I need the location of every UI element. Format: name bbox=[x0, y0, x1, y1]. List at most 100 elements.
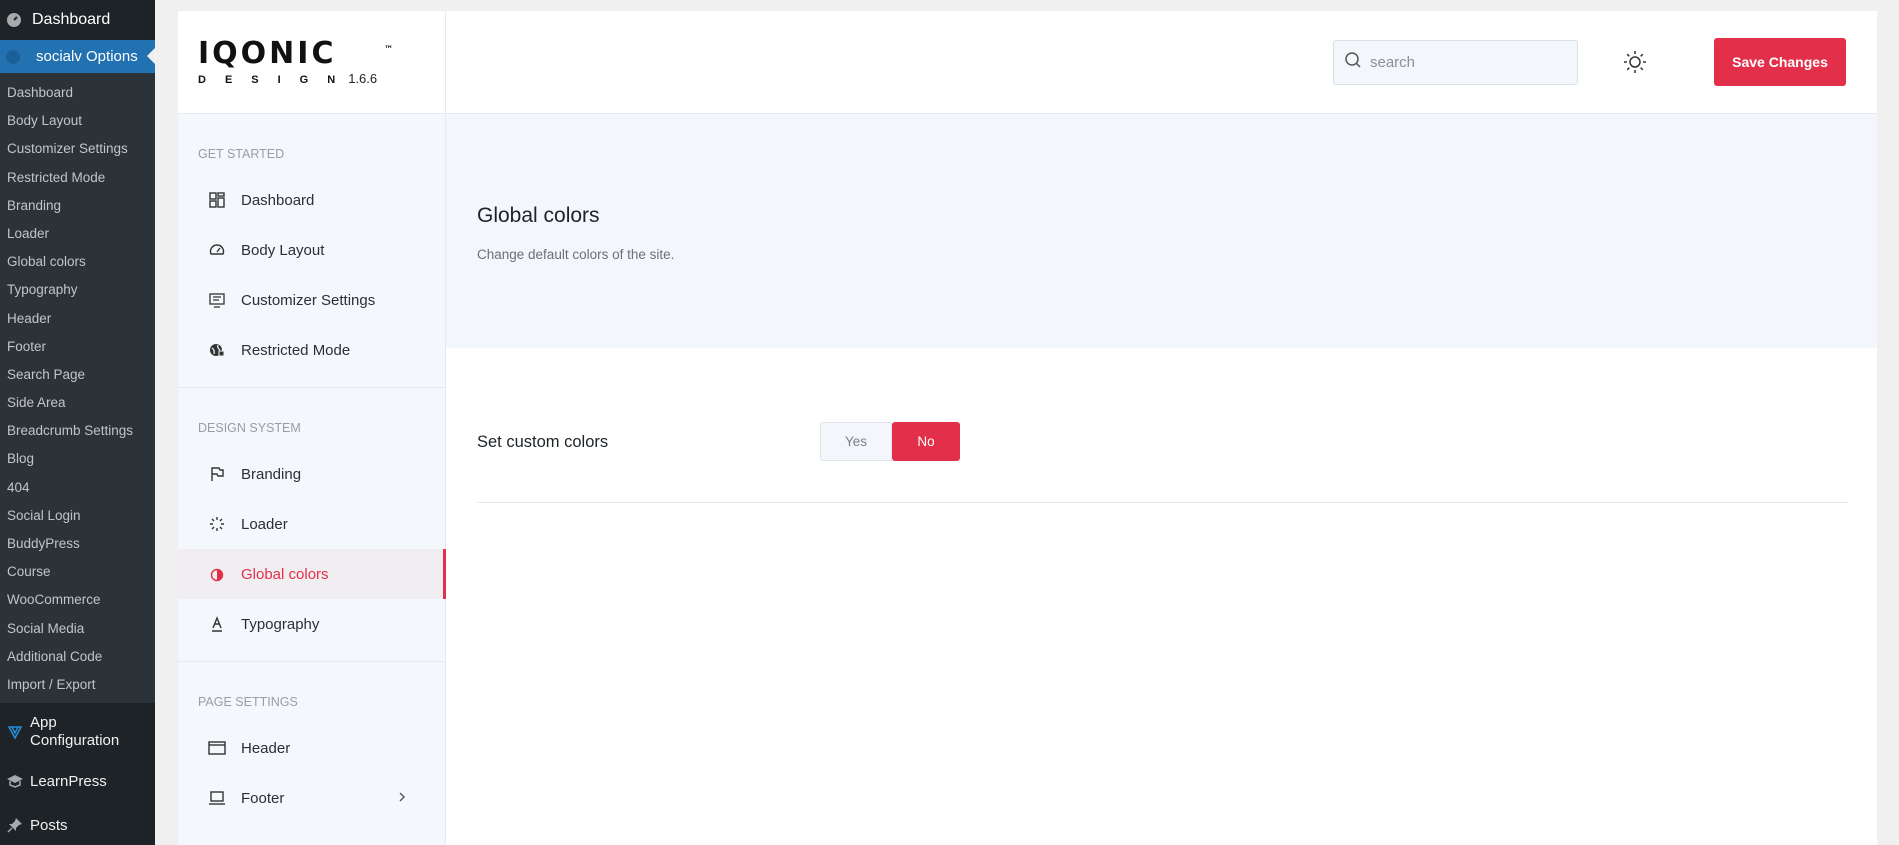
nav-item-label: Customizer Settings bbox=[241, 291, 376, 309]
wp-submenu-item[interactable]: Search Page bbox=[0, 361, 155, 389]
wp-submenu-item[interactable]: WooCommerce bbox=[0, 586, 155, 614]
nav-heading: PAGE SETTINGS bbox=[198, 695, 298, 709]
pushpin-icon bbox=[6, 816, 24, 834]
nav-item-label: Branding bbox=[241, 465, 302, 483]
topbar-actions: Save Changes bbox=[446, 11, 1877, 113]
wp-submenu-item[interactable]: Course bbox=[0, 558, 155, 586]
wp-submenu-item[interactable]: Footer bbox=[0, 333, 155, 361]
nav-item-body-layout[interactable]: Body Layout bbox=[178, 225, 445, 275]
dashboard-gauge-icon bbox=[6, 12, 22, 28]
nav-item-label: Header bbox=[241, 739, 291, 757]
nav-item-footer[interactable]: Footer bbox=[178, 773, 445, 823]
dashboard-grid-icon bbox=[208, 191, 226, 209]
field-set-custom-colors: Set custom colors Yes No bbox=[477, 422, 1848, 503]
wp-submenu-item[interactable]: Dashboard bbox=[0, 79, 155, 107]
page-title: Global colors bbox=[477, 204, 600, 227]
options-nav: GET STARTED Dashboard Body Layout Custom… bbox=[178, 114, 446, 845]
wp-submenu-item[interactable]: Customizer Settings bbox=[0, 135, 155, 163]
page-subtitle: Change default colors of the site. bbox=[477, 247, 675, 262]
yes-button[interactable]: Yes bbox=[820, 422, 892, 461]
flag-icon bbox=[208, 465, 226, 483]
wp-menu-learnpress-label: LearnPress bbox=[30, 772, 107, 790]
globe-lock-icon bbox=[208, 341, 226, 359]
logo-trademark: ™ bbox=[384, 44, 394, 55]
nav-section-get-started: GET STARTED Dashboard Body Layout Custom… bbox=[178, 114, 445, 388]
wp-submenu-item[interactable]: Social Media bbox=[0, 615, 155, 643]
search-box bbox=[1333, 39, 1578, 85]
wp-menu-posts-label: Posts bbox=[30, 816, 68, 834]
wp-submenu-item[interactable]: Import / Export bbox=[0, 671, 155, 699]
wp-submenu-item[interactable]: Global colors bbox=[0, 248, 155, 276]
wp-menu-posts[interactable]: Posts bbox=[0, 801, 155, 845]
wp-submenu-item[interactable]: Breadcrumb Settings bbox=[0, 417, 155, 445]
wp-submenu-item[interactable]: Body Layout bbox=[0, 107, 155, 135]
options-panel: IQONIC ™ DESIGN1.6.6 Save Changes GET STA… bbox=[178, 11, 1877, 845]
options-content: Global colors Change default colors of t… bbox=[446, 114, 1877, 845]
logo-design-text: DESIGN bbox=[198, 73, 355, 86]
logo-text: IQONIC bbox=[198, 35, 337, 71]
search-icon bbox=[1344, 51, 1362, 74]
nav-item-dashboard[interactable]: Dashboard bbox=[178, 175, 445, 225]
laptop-icon bbox=[208, 789, 226, 807]
nav-item-branding[interactable]: Branding bbox=[178, 449, 445, 499]
wp-submenu-item[interactable]: Loader bbox=[0, 220, 155, 248]
nav-item-restricted-mode[interactable]: Restricted Mode bbox=[178, 325, 445, 375]
nav-item-label: Body Layout bbox=[241, 241, 325, 259]
wp-submenu-item[interactable]: Branding bbox=[0, 192, 155, 220]
socialv-options-icon bbox=[6, 49, 20, 64]
brand-logo: IQONIC ™ DESIGN1.6.6 bbox=[178, 11, 446, 113]
nav-item-global-colors[interactable]: Global colors bbox=[178, 549, 446, 599]
wp-submenu: Dashboard Body Layout Customizer Setting… bbox=[0, 73, 155, 703]
wp-submenu-item[interactable]: Header bbox=[0, 305, 155, 333]
chevron-right-icon[interactable] bbox=[397, 790, 407, 807]
wp-menu-app-configuration[interactable]: App Configuration bbox=[0, 703, 155, 761]
wp-menu-socialv-options-label: socialv Options bbox=[36, 48, 138, 65]
monitor-icon bbox=[208, 291, 226, 309]
options-body: GET STARTED Dashboard Body Layout Custom… bbox=[178, 114, 1877, 845]
nav-item-label: Footer bbox=[241, 789, 285, 807]
options-topbar: IQONIC ™ DESIGN1.6.6 Save Changes bbox=[178, 11, 1877, 114]
nav-item-label: Typography bbox=[241, 615, 320, 633]
nav-item-loader[interactable]: Loader bbox=[178, 499, 445, 549]
loader-spinner-icon bbox=[208, 515, 226, 533]
wp-menu-dashboard-label: Dashboard bbox=[32, 11, 111, 28]
wp-menu-app-configuration-label: App Configuration bbox=[30, 714, 120, 749]
wp-admin-sidebar: Dashboard socialv Options Dashboard Body… bbox=[0, 0, 155, 845]
version-number: 1.6.6 bbox=[348, 70, 378, 86]
wp-submenu-item[interactable]: Social Login bbox=[0, 502, 155, 530]
nav-section-page-settings: PAGE SETTINGS Header Footer bbox=[178, 662, 445, 835]
wp-submenu-item[interactable]: Side Area bbox=[0, 389, 155, 417]
wp-submenu-item[interactable]: Additional Code bbox=[0, 643, 155, 671]
wp-menu-socialv-options[interactable]: socialv Options bbox=[0, 40, 155, 73]
header-window-icon bbox=[208, 739, 226, 757]
logo-design: DESIGN1.6.6 bbox=[198, 71, 377, 86]
save-changes-button[interactable]: Save Changes bbox=[1714, 38, 1846, 86]
nav-item-customizer-settings[interactable]: Customizer Settings bbox=[178, 275, 445, 325]
yes-no-toggle: Yes No bbox=[820, 422, 960, 461]
wp-submenu-item[interactable]: 404 bbox=[0, 474, 155, 502]
nav-item-label: Global colors bbox=[241, 565, 329, 583]
wp-submenu-item[interactable]: Restricted Mode bbox=[0, 164, 155, 192]
nav-item-typography[interactable]: Typography bbox=[178, 599, 445, 649]
typography-icon bbox=[208, 615, 226, 633]
wp-submenu-item[interactable]: Blog bbox=[0, 445, 155, 473]
wp-menu-dashboard[interactable]: Dashboard bbox=[0, 0, 155, 40]
no-button[interactable]: No bbox=[892, 422, 960, 461]
logo-wordmark: IQONIC ™ bbox=[198, 35, 393, 71]
graduation-cap-icon bbox=[6, 772, 24, 790]
app-configuration-icon bbox=[6, 723, 24, 741]
nav-item-label: Loader bbox=[241, 515, 288, 533]
nav-item-header[interactable]: Header bbox=[178, 723, 445, 773]
theme-toggle-sun-icon[interactable] bbox=[1622, 49, 1648, 75]
search-input[interactable] bbox=[1370, 53, 1560, 71]
section-header: Global colors Change default colors of t… bbox=[446, 114, 1877, 348]
speedometer-icon bbox=[208, 241, 226, 259]
nav-heading: GET STARTED bbox=[198, 147, 285, 161]
nav-item-label: Restricted Mode bbox=[241, 341, 351, 359]
nav-section-design-system: DESIGN SYSTEM Branding Loader Global col… bbox=[178, 388, 446, 662]
wp-submenu-item[interactable]: Typography bbox=[0, 276, 155, 304]
field-label: Set custom colors bbox=[477, 433, 609, 451]
wp-submenu-item[interactable]: BuddyPress bbox=[0, 530, 155, 558]
wp-menu-learnpress[interactable]: LearnPress bbox=[0, 761, 155, 801]
nav-item-label: Dashboard bbox=[241, 191, 315, 209]
